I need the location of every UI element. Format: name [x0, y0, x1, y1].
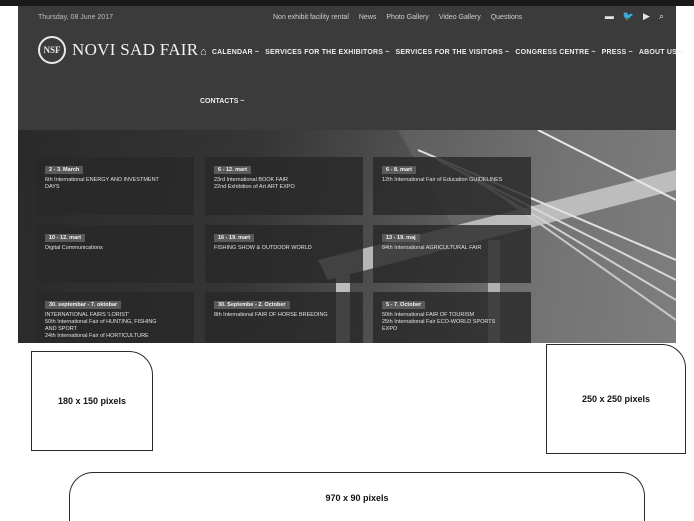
event-line: 23rd International BOOK FAIR [214, 177, 288, 183]
nav-services-exhibitors[interactable]: SERVICES FOR THE EXHIBITORS ~ [265, 49, 389, 56]
top-link-video-gallery[interactable]: Video Gallery [439, 14, 481, 21]
current-date: Thursday, 08 June 2017 [38, 14, 113, 21]
nav-congress-centre[interactable]: CONGRESS CENTRE ~ [515, 49, 595, 56]
site-header: Thursday, 08 June 2017 Non exhibit facil… [18, 6, 683, 130]
event-date: 5 - 7. October [382, 301, 426, 309]
top-link-rental[interactable]: Non exhibit facility rental [273, 14, 349, 21]
nav-services-visitors[interactable]: SERVICES FOR THE VISITORS ~ [396, 49, 510, 56]
event-line: AND SPORT [45, 326, 77, 332]
nav-about-us[interactable]: ABOUT US ~ [639, 49, 684, 56]
event-line: 50th International Fair of HUNTING, FISH… [45, 319, 157, 325]
event-card[interactable]: 10 - 12. mart Digital Communications [36, 225, 194, 283]
home-icon[interactable]: ⌂ [200, 46, 207, 58]
top-link-news[interactable]: News [359, 14, 377, 21]
event-card[interactable]: 6 - 12. mart 23rd International BOOK FAI… [205, 157, 363, 215]
ad-placeholder-leaderboard[interactable]: 970 x 90 pixels [69, 472, 645, 521]
event-line: 84th International AGRICULTURAL FAIR [382, 245, 482, 251]
event-line: 24th International Fair of HORTICULTURE [45, 333, 149, 339]
event-card[interactable]: 13 - 19. maj 84th International AGRICULT… [373, 225, 531, 283]
event-card[interactable]: 16 - 19. mart FISHING SHOW & OUTDOOR WOR… [205, 225, 363, 283]
hero-banner: 2 - 3. March 6th International ENERGY AN… [18, 130, 676, 343]
event-line: 50th International FAIR OF TOURISM [382, 312, 475, 318]
top-link-questions[interactable]: Questions [491, 14, 523, 21]
ad-placeholder-small[interactable]: 180 x 150 pixels [31, 351, 153, 451]
event-card[interactable]: 2 - 3. March 6th International ENERGY AN… [36, 157, 194, 215]
event-date: 13 - 19. maj [382, 234, 420, 242]
youtube-icon[interactable]: ▶ [643, 11, 650, 21]
event-date: 6 - 8. mart [382, 166, 416, 174]
event-line: 25th International Fair ECO-WORLD SPORTS [382, 319, 496, 325]
logo-emblem-icon: NSF [38, 36, 66, 64]
event-date: 2 - 3. March [45, 166, 84, 174]
main-nav: ⌂ CALENDAR ~ SERVICES FOR THE EXHIBITORS… [200, 46, 689, 58]
event-card[interactable]: 30. septembar - 7. oktobar INTERNATIONAL… [36, 292, 194, 343]
event-card[interactable]: 6 - 8. mart 12th International Fair of E… [373, 157, 531, 215]
event-line: 12th International Fair of Education GUI… [382, 177, 503, 183]
event-date: 16 - 19. mart [214, 234, 255, 242]
top-links: Non exhibit facility rental News Photo G… [273, 14, 522, 21]
event-date: 6 - 12. mart [214, 166, 252, 174]
language-flag-icon[interactable]: ▬ [605, 11, 614, 21]
event-card[interactable]: 5 - 7. October 50th International FAIR O… [373, 292, 531, 343]
event-date: 30. septembar - 7. oktobar [45, 301, 122, 309]
top-link-photo-gallery[interactable]: Photo Gallery [386, 14, 428, 21]
logo[interactable]: NSF NOVI SAD FAIR [38, 36, 198, 64]
event-date: 30. Septembe - 2. October [214, 301, 290, 309]
nav-contacts[interactable]: CONTACTS ~ [200, 98, 244, 105]
event-line: DAYS [45, 184, 60, 190]
event-line: FISHING SHOW & OUTDOOR WORLD [214, 245, 312, 251]
event-line: INTERNATIONAL FAIRS 'LORIST' [45, 312, 130, 318]
event-line: 22nd Exhibition of Art ART EXPO [214, 184, 295, 190]
event-line: 6th International ENERGY AND INVESTMENT [45, 177, 159, 183]
nav-press[interactable]: PRESS ~ [602, 49, 633, 56]
logo-text: NOVI SAD FAIR [72, 40, 199, 59]
event-line: 8th International FAIR OF HORSE BREEDING [214, 312, 328, 318]
nav-calendar[interactable]: CALENDAR ~ [212, 49, 259, 56]
event-date: 10 - 12. mart [45, 234, 86, 242]
event-card[interactable]: 30. Septembe - 2. October 8th Internatio… [205, 292, 363, 343]
event-line: EXPO [382, 326, 398, 332]
top-icons: ▬ 🐦 ▶ ⌕ [605, 11, 664, 21]
event-line: Digital Communications [45, 245, 103, 251]
twitter-icon[interactable]: 🐦 [623, 11, 634, 21]
ad-placeholder-square[interactable]: 250 x 250 pixels [546, 344, 686, 454]
search-icon[interactable]: ⌕ [659, 11, 664, 21]
